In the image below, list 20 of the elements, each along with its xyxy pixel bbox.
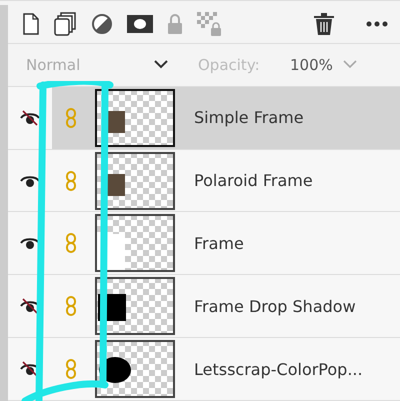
new-layer-icon[interactable]: [23, 12, 39, 35]
trash-icon[interactable]: [314, 12, 334, 35]
layer-name: Frame: [194, 234, 244, 253]
opacity-value[interactable]: 100%: [290, 56, 333, 74]
adjustment-layer-icon[interactable]: [91, 12, 113, 35]
layer-row[interactable]: Frame: [8, 212, 400, 276]
duplicate-layer-icon[interactable]: [53, 12, 77, 36]
layer-name: Frame Drop Shadow: [194, 296, 356, 316]
layer-row[interactable]: Polaroid Frame: [8, 150, 400, 212]
layer-name: Letsscrap-ColorPop...: [194, 360, 363, 379]
more-icon[interactable]: [366, 20, 388, 27]
hidden-eye-icon[interactable]: [20, 108, 40, 127]
chevron-down-icon[interactable]: [154, 60, 168, 70]
layer-name: Simple Frame: [194, 108, 304, 128]
layer-row[interactable]: Letsscrap-ColorPop...: [8, 338, 400, 401]
layer-name: Polaroid Frame: [194, 171, 313, 190]
layer-row[interactable]: Frame Drop Shadow: [8, 275, 400, 338]
layer-row[interactable]: Simple Frame: [8, 86, 400, 150]
mask-icon[interactable]: [127, 14, 153, 33]
opacity-label: Opacity:: [198, 56, 261, 74]
